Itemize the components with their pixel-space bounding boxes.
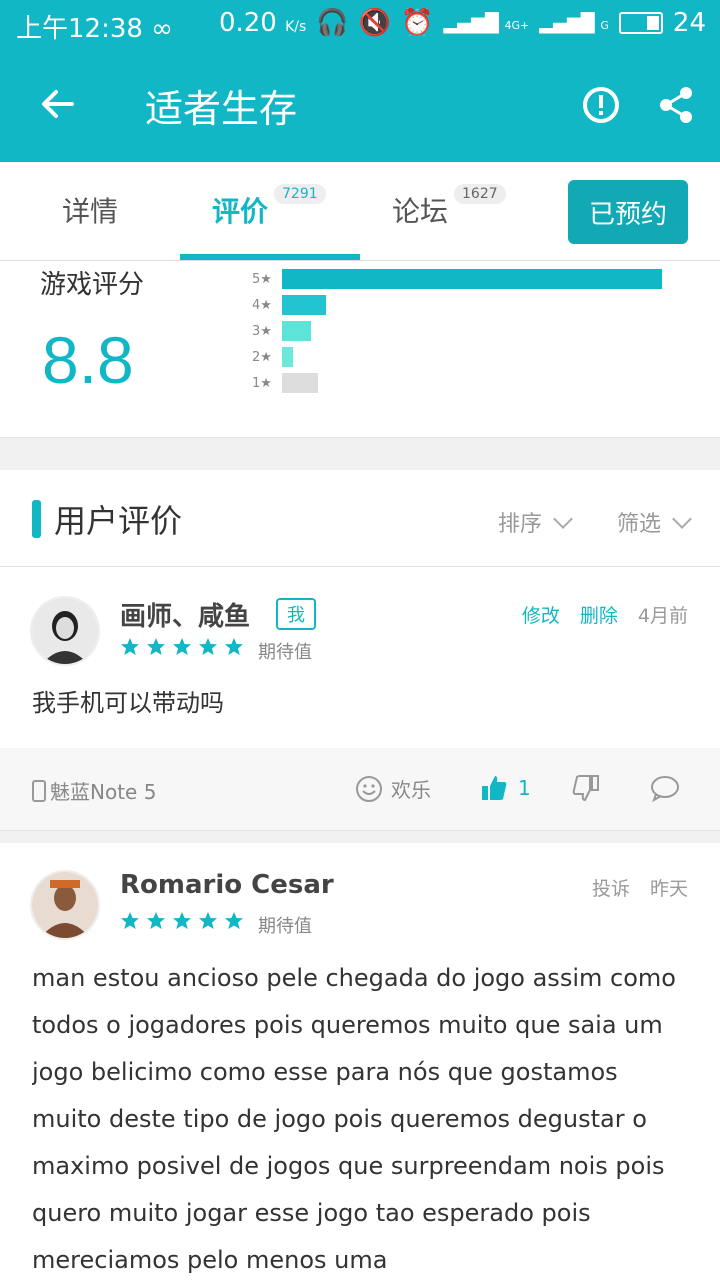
mood-button[interactable]: 欢乐 xyxy=(355,774,431,803)
rating-bar-row: 4★ xyxy=(252,295,326,315)
signal2-icon: ▂▄▆█ G xyxy=(539,12,609,34)
tab-forum[interactable]: 论坛 1627 xyxy=(392,184,506,230)
tab-bar: 详情 评价 7291 论坛 1627 已预约 xyxy=(0,162,720,261)
review-text: 我手机可以带动吗 xyxy=(32,689,224,717)
tab-details[interactable]: 详情 xyxy=(62,190,118,230)
avatar[interactable] xyxy=(30,596,100,666)
username[interactable]: 画师、咸鱼 xyxy=(120,596,250,633)
score-label: 游戏评分 xyxy=(40,270,145,300)
battery-level: 24 xyxy=(672,8,706,38)
net-speed: 0.20 K/s xyxy=(218,8,307,38)
status-bar: 上午12:38 ∞ 0.20 K/s 🎧 🔇 ⏰ ▂▄▆█ 4G+ ▂▄▆█ G… xyxy=(0,0,720,50)
page-title: 适者生存 xyxy=(145,87,298,131)
rating-stars xyxy=(120,637,244,657)
signal-icon: ▂▄▆█ 4G+ xyxy=(443,12,530,34)
like-button[interactable]: 1 xyxy=(480,774,531,802)
star-icon xyxy=(173,638,191,655)
thumbs-down-icon[interactable] xyxy=(572,774,600,802)
score-value: 8.8 xyxy=(42,323,134,397)
app-bar: 适者生存 xyxy=(0,50,720,162)
section-marker xyxy=(32,500,41,538)
rating-label: 期待值 xyxy=(258,642,312,663)
divider xyxy=(0,437,720,471)
divider xyxy=(0,831,720,843)
chevron-down-icon xyxy=(672,509,692,529)
chevron-down-icon xyxy=(553,509,573,529)
report-icon[interactable] xyxy=(580,84,622,126)
star-icon xyxy=(173,912,191,929)
star-icon xyxy=(121,912,139,929)
rating-bar xyxy=(282,269,662,289)
delete-link[interactable]: 删除 xyxy=(580,601,618,628)
rating-bar-label: 2★ xyxy=(252,349,272,365)
star-icon xyxy=(147,638,165,655)
star-icon xyxy=(199,912,217,929)
rating-bar-label: 1★ xyxy=(252,375,272,391)
user-reviews-header: 用户评价 排序 筛选 xyxy=(0,470,720,567)
rating-bar-row: 3★ xyxy=(252,321,311,341)
filter-dropdown[interactable]: 筛选 xyxy=(617,506,692,538)
rating-bar-row: 5★ xyxy=(252,269,662,289)
avatar[interactable] xyxy=(30,870,100,940)
me-badge: 我 xyxy=(276,598,316,630)
rating-bar xyxy=(282,321,311,341)
star-icon xyxy=(147,912,165,929)
active-tab-indicator xyxy=(180,254,360,260)
star-icon xyxy=(199,638,217,655)
rating-bar-row: 1★ xyxy=(252,373,318,393)
rating-bar-label: 3★ xyxy=(252,323,272,339)
review-footer: 魅蓝Note 5 欢乐 1 xyxy=(0,748,720,831)
rating-bar xyxy=(282,295,326,315)
status-time: 上午12:38 ∞ xyxy=(16,14,173,44)
star-icon xyxy=(225,912,243,929)
tab-reviews[interactable]: 评价 7291 xyxy=(212,184,326,230)
review-time: 昨天 xyxy=(649,878,688,900)
report-link[interactable]: 投诉 xyxy=(592,874,630,901)
alarm-icon: ⏰ xyxy=(401,8,434,38)
rating-label: 期待值 xyxy=(258,916,312,937)
mute-icon: 🔇 xyxy=(358,8,392,38)
score-panel: 游戏评分 8.8 5★ 4★ 3★ 2★ 1★ xyxy=(0,262,720,437)
reserved-button[interactable]: 已预约 xyxy=(568,180,688,244)
headphone-icon: 🎧 xyxy=(316,8,349,38)
share-icon[interactable] xyxy=(656,84,698,126)
device-info: 魅蓝Note 5 xyxy=(32,776,156,805)
review-meta: 修改 删除 4月前 xyxy=(522,601,688,628)
battery-icon xyxy=(618,12,663,34)
review-count-badge: 7291 xyxy=(274,184,326,204)
smile-icon xyxy=(356,775,382,802)
rating-bar xyxy=(282,347,293,367)
review-meta: 投诉 昨天 xyxy=(592,874,688,901)
review-text: man estou ancioso pele chegada do jogo a… xyxy=(32,964,676,1274)
rating-bar-label: 4★ xyxy=(252,297,272,313)
infinity-icon: ∞ xyxy=(151,14,173,44)
rating-stars xyxy=(120,911,244,931)
section-title: 用户评价 xyxy=(54,502,183,540)
username[interactable]: Romario Cesar xyxy=(120,870,334,900)
review-time: 4月前 xyxy=(637,605,688,627)
phone-icon xyxy=(32,779,46,802)
back-arrow-icon[interactable] xyxy=(36,82,80,126)
star-icon xyxy=(225,638,243,655)
rating-bar-row: 2★ xyxy=(252,347,293,367)
edit-link[interactable]: 修改 xyxy=(522,601,560,628)
sort-dropdown[interactable]: 排序 xyxy=(498,506,573,538)
rating-bar-label: 5★ xyxy=(252,271,272,287)
comment-icon[interactable] xyxy=(650,774,680,802)
thumbs-up-icon xyxy=(482,776,507,800)
star-icon xyxy=(121,638,139,655)
rating-bar xyxy=(282,373,318,393)
forum-count-badge: 1627 xyxy=(454,184,506,204)
status-icons: 0.20 K/s 🎧 🔇 ⏰ ▂▄▆█ 4G+ ▂▄▆█ G 24 xyxy=(219,8,706,38)
